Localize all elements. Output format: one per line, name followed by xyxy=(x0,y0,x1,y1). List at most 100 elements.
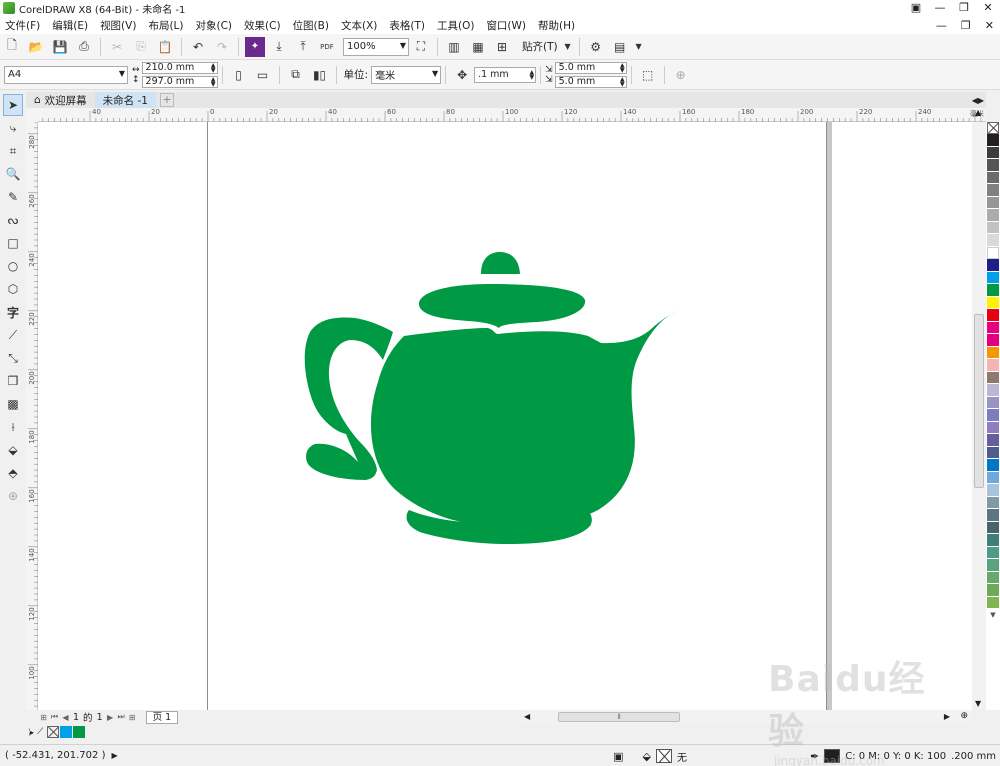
spin-arrows-icon[interactable]: ▲ ▼ xyxy=(620,76,625,87)
palette-swatch[interactable] xyxy=(987,371,999,384)
spin-arrows-icon[interactable]: ▲ ▼ xyxy=(211,76,216,87)
crop-tool-icon[interactable]: ⌗ xyxy=(3,140,23,162)
palette-swatch[interactable] xyxy=(987,446,999,459)
menu-bitmaps[interactable]: 位图(B) xyxy=(293,18,329,33)
add-tool-icon[interactable]: ⊕ xyxy=(3,485,23,507)
text-tool-icon[interactable]: 字 xyxy=(3,301,23,323)
scroll-left-icon[interactable]: ◀ xyxy=(524,712,530,721)
menu-file[interactable]: 文件(F) xyxy=(5,18,40,33)
application-launcher-icon[interactable]: ▤ xyxy=(610,37,630,57)
landscape-icon[interactable]: ▭ xyxy=(253,65,273,85)
fill-none-swatch[interactable] xyxy=(655,749,672,763)
print-icon[interactable]: ⎙ xyxy=(74,37,94,57)
horizontal-scrollbar[interactable]: ◀ ⦀ ▶ ⊕ xyxy=(522,710,972,724)
parallel-dimension-tool-icon[interactable]: ⟋ xyxy=(3,324,23,346)
palette-swatch[interactable] xyxy=(987,346,999,359)
palette-swatch[interactable] xyxy=(987,521,999,534)
ellipse-tool-icon[interactable]: ○ xyxy=(3,255,23,277)
menu-layout[interactable]: 布局(L) xyxy=(148,18,183,33)
duplicate-y-field[interactable]: 5.0 mm ▲ ▼ xyxy=(554,75,627,88)
rectangle-tool-icon[interactable]: □ xyxy=(3,232,23,254)
palette-swatch[interactable] xyxy=(987,234,999,247)
outline-pen-icon[interactable]: ✒ xyxy=(810,750,819,763)
palette-swatch[interactable] xyxy=(987,409,999,422)
fill-tool-icon[interactable]: ⬙ xyxy=(643,750,651,763)
doc-close-icon[interactable]: ✕ xyxy=(985,19,994,32)
menu-object[interactable]: 对象(C) xyxy=(196,18,233,33)
color-eyedropper-tool-icon[interactable]: ⟊ xyxy=(3,416,23,438)
freehand-tool-icon[interactable]: ✎ xyxy=(3,186,23,208)
palette-swatch[interactable] xyxy=(987,484,999,497)
next-page-icon[interactable]: ▶ xyxy=(105,713,116,722)
palette-swatch[interactable] xyxy=(987,496,999,509)
zoom-level-select[interactable]: 100% ▼ xyxy=(343,37,409,56)
first-page-icon[interactable]: ⏮ xyxy=(49,712,60,722)
palette-swatch[interactable] xyxy=(987,534,999,547)
palette-swatch[interactable] xyxy=(987,309,999,322)
spin-arrows-icon[interactable]: ▲ ▼ xyxy=(529,69,534,80)
teapot-artwork[interactable] xyxy=(38,122,972,710)
palette-swatch[interactable] xyxy=(987,134,999,147)
page-height-field[interactable]: 297.0 mm ▲ ▼ xyxy=(141,75,218,88)
cut-icon[interactable]: ✂ xyxy=(107,37,127,57)
new-document-icon[interactable]: 🗋 xyxy=(2,37,22,57)
teapot-shape-group[interactable] xyxy=(304,252,680,544)
ruler-origin[interactable] xyxy=(26,108,38,122)
chevron-down-icon[interactable]: ▼ xyxy=(634,37,644,57)
teapot-lid[interactable] xyxy=(419,284,586,328)
palette-swatch[interactable] xyxy=(987,509,999,522)
portrait-icon[interactable]: ▯ xyxy=(229,65,249,85)
scroll-right-icon[interactable]: ▶ xyxy=(944,712,950,721)
export-pdf-icon[interactable]: PDF xyxy=(317,37,337,57)
status-expand-icon[interactable]: ▶ xyxy=(111,751,117,760)
open-icon[interactable]: 📂 xyxy=(26,37,46,57)
spin-arrows-icon[interactable]: ▲ ▼ xyxy=(620,62,625,73)
scroll-tabs-icon[interactable]: ◀▶ xyxy=(972,96,984,105)
page-width-field[interactable]: 210.0 mm ▲ ▼ xyxy=(141,61,218,74)
search-content-icon[interactable]: ✦ xyxy=(245,36,265,57)
options-gear-icon[interactable]: ⚙ xyxy=(586,37,606,57)
paste-icon[interactable]: 📋 xyxy=(155,37,175,57)
vertical-scroll-thumb[interactable] xyxy=(974,314,984,488)
menu-effects[interactable]: 效果(C) xyxy=(244,18,281,33)
save-icon[interactable]: 💾 xyxy=(50,37,70,57)
palette-swatch[interactable] xyxy=(987,246,999,259)
snap-to-dropdown[interactable]: 贴齐(T) xyxy=(522,39,558,54)
spin-arrows-icon[interactable]: ▲ ▼ xyxy=(211,62,216,73)
menu-edit[interactable]: 编辑(E) xyxy=(52,18,88,33)
show-grid-icon[interactable]: ▦ xyxy=(468,37,488,57)
interactive-fill-tool-icon[interactable]: ⬙ xyxy=(3,439,23,461)
palette-swatch[interactable] xyxy=(987,184,999,197)
palette-swatch[interactable] xyxy=(987,571,999,584)
transparency-tool-icon[interactable]: ▩ xyxy=(3,393,23,415)
palette-swatch[interactable] xyxy=(987,196,999,209)
document-palette-swatch[interactable] xyxy=(60,726,73,738)
shape-tool-icon[interactable]: ⤷ xyxy=(3,117,23,139)
doc-restore-icon[interactable]: ❐ xyxy=(961,19,971,32)
window-account-icon[interactable]: ▣ xyxy=(904,0,928,16)
palette-swatch[interactable] xyxy=(987,296,999,309)
horizontal-scroll-thumb[interactable]: ⦀ xyxy=(558,712,680,722)
palette-swatch[interactable] xyxy=(987,334,999,347)
show-guidelines-icon[interactable]: ⊞ xyxy=(492,37,512,57)
palette-swatch[interactable] xyxy=(987,384,999,397)
pick-tool-icon[interactable]: ➤ xyxy=(3,94,23,116)
color-proofing-icon[interactable]: ▣ xyxy=(613,750,623,763)
last-page-icon[interactable]: ⏭ xyxy=(116,712,127,722)
connector-tool-icon[interactable]: ⤡ xyxy=(3,347,23,369)
eyedropper-icon[interactable]: ⟋ xyxy=(37,727,43,737)
smart-fill-tool-icon[interactable]: ⬘ xyxy=(3,462,23,484)
drawing-canvas[interactable] xyxy=(38,122,972,710)
scroll-down-icon[interactable]: ▼ xyxy=(975,699,981,708)
palette-swatch[interactable] xyxy=(987,471,999,484)
close-button[interactable]: ✕ xyxy=(976,0,1000,16)
show-rulers-icon[interactable]: ▥ xyxy=(444,37,464,57)
duplicate-x-field[interactable]: 5.0 mm ▲ ▼ xyxy=(554,61,627,74)
menu-window[interactable]: 窗口(W) xyxy=(486,18,526,33)
export-icon[interactable]: ⤒ xyxy=(293,37,313,57)
page-tab-1[interactable]: 页 1 xyxy=(145,710,179,724)
palette-swatch[interactable] xyxy=(987,359,999,372)
doc-minimize-icon[interactable]: — xyxy=(936,19,947,32)
palette-swatch[interactable] xyxy=(987,396,999,409)
new-tab-button[interactable]: + xyxy=(159,93,174,107)
